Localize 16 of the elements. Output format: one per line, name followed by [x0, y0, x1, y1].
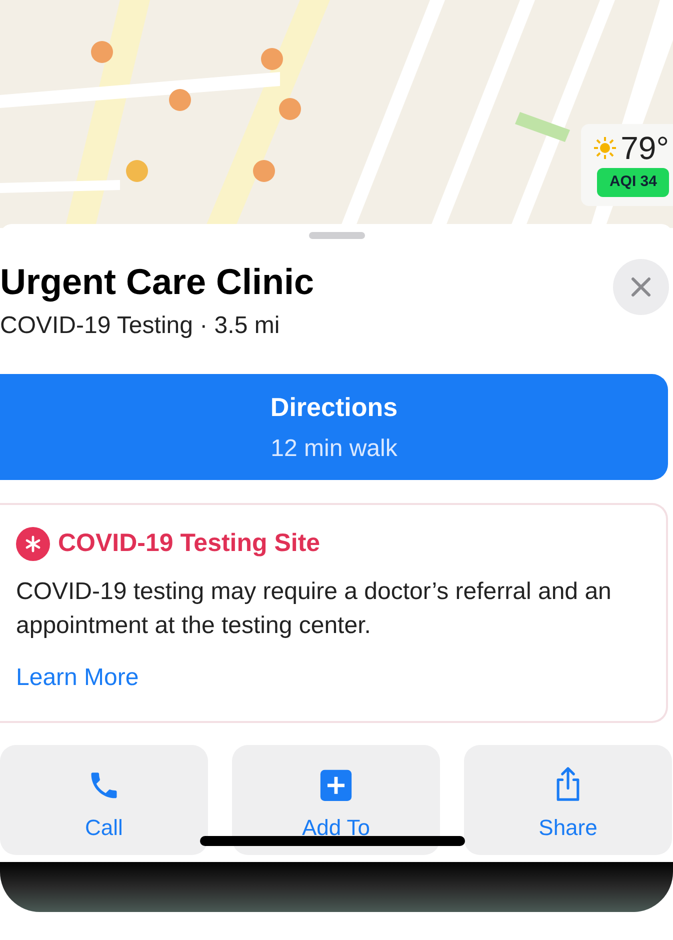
action-button[interactable]: Add To	[232, 745, 440, 855]
action-button[interactable]: Share	[464, 745, 672, 855]
temperature: 79°	[620, 132, 669, 164]
sun-icon	[592, 136, 617, 160]
directions-button[interactable]: Directions 12 min walk	[0, 374, 668, 480]
learn-more-link[interactable]: Learn More	[16, 660, 139, 696]
close-icon	[630, 276, 652, 298]
home-indicator[interactable]	[200, 836, 465, 846]
place-title: Urgent Care Clinic	[0, 260, 314, 304]
sheet-grabber[interactable]	[308, 232, 364, 239]
notice-text: COVID-19 testing may require a doctor’s referral and an appointment at the testing center.	[16, 576, 612, 642]
aqi-badge: AQI 34	[597, 168, 669, 196]
notice-title: COVID-19 Testing Site	[58, 528, 320, 559]
asterisk-icon	[16, 526, 50, 561]
place-subtitle: COVID-19 Testing · 3.5 mi	[0, 311, 281, 341]
action-button[interactable]: Call	[0, 745, 208, 855]
